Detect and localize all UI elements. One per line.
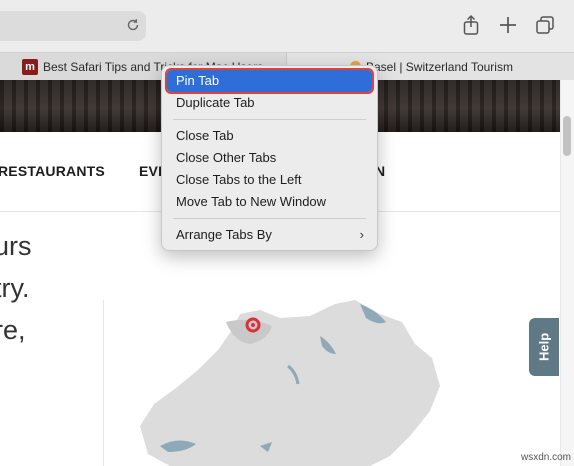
menu-item-close-other-tabs[interactable]: Close Other Tabs	[167, 147, 372, 169]
chevron-right-icon: ›	[359, 227, 364, 242]
menu-item-arrange-tabs-by[interactable]: Arrange Tabs By ›	[167, 224, 372, 246]
nav-link-restaurants[interactable]: RESTAURANTS	[0, 163, 105, 179]
switzerland-map[interactable]	[140, 296, 440, 466]
tab-context-menu: Pin Tab Duplicate Tab Close Tab Close Ot…	[161, 65, 378, 251]
hero-heading-line: try.	[0, 273, 30, 303]
watermark: wsxdn.com	[521, 452, 572, 463]
menu-item-pin-tab[interactable]: Pin Tab	[165, 68, 374, 94]
menu-item-close-tabs-left[interactable]: Close Tabs to the Left	[167, 169, 372, 191]
plus-icon[interactable]	[497, 14, 519, 36]
menu-item-label: Arrange Tabs By	[176, 227, 272, 242]
share-icon[interactable]	[460, 14, 482, 36]
hero-heading: urs try. re,	[0, 225, 32, 351]
tab-overview-icon[interactable]	[534, 14, 556, 36]
reload-icon[interactable]	[125, 17, 141, 33]
tab-title: Basel | Switzerland Tourism	[366, 59, 513, 74]
help-label: Help	[536, 332, 552, 362]
hero-heading-line: re,	[0, 315, 26, 345]
site-favicon-icon: m	[22, 58, 38, 75]
browser-toolbar	[0, 0, 574, 52]
menu-separator	[173, 119, 366, 120]
page-scrollbar-thumb[interactable]	[563, 116, 571, 156]
menu-separator	[173, 218, 366, 219]
hero-heading-line: urs	[0, 231, 32, 261]
menu-item-duplicate-tab[interactable]: Duplicate Tab	[167, 92, 372, 114]
help-button[interactable]: Help	[529, 318, 559, 376]
menu-item-close-tab[interactable]: Close Tab	[167, 125, 372, 147]
column-divider	[103, 300, 104, 466]
menu-item-move-tab-new-window[interactable]: Move Tab to New Window	[167, 191, 372, 213]
